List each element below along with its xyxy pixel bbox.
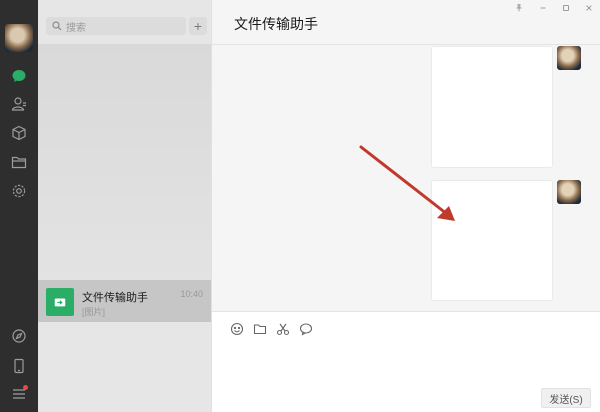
list-item[interactable]: 文件传输助手 10:40 [图片] xyxy=(38,280,211,322)
emoji-icon[interactable] xyxy=(229,321,245,337)
settings-gear-icon[interactable] xyxy=(9,181,29,201)
phone-icon[interactable] xyxy=(9,356,29,376)
minimize-icon[interactable] xyxy=(536,4,550,14)
search-placeholder: 搜索 xyxy=(66,22,86,34)
user-avatar[interactable] xyxy=(5,24,33,52)
send-button[interactable]: 发送(S) xyxy=(541,388,591,408)
pin-icon[interactable] xyxy=(512,4,526,14)
contacts-icon[interactable] xyxy=(9,94,29,114)
conversation-preview: [图片] xyxy=(82,307,106,317)
maximize-icon[interactable] xyxy=(559,4,573,14)
add-button[interactable]: + xyxy=(189,17,207,35)
header-divider xyxy=(212,44,600,45)
folder-icon[interactable] xyxy=(252,321,268,337)
message-composer[interactable]: 发送(S) xyxy=(212,311,600,412)
conversation-name: 文件传输助手 xyxy=(82,292,148,304)
bubble-icon[interactable] xyxy=(298,321,314,337)
sender-avatar[interactable] xyxy=(557,180,581,204)
conversation-time: 10:40 xyxy=(180,289,203,299)
page-title: 文件传输助手 xyxy=(234,16,318,32)
conversation-list xyxy=(38,44,211,280)
notification-dot xyxy=(23,385,28,390)
conversation-list-panel: 搜索 + 文件传输助手 10:40 [图片] xyxy=(38,0,211,412)
search-icon xyxy=(52,21,62,31)
chat-icon[interactable] xyxy=(9,66,29,86)
annotation-arrow xyxy=(359,145,455,221)
close-icon[interactable] xyxy=(582,4,596,14)
sender-avatar[interactable] xyxy=(557,46,581,70)
compass-icon[interactable] xyxy=(9,326,29,346)
scissors-icon[interactable] xyxy=(275,321,291,337)
search-input[interactable]: 搜索 xyxy=(46,17,186,35)
nav-sidebar xyxy=(0,0,38,412)
file-transfer-icon xyxy=(46,288,74,316)
folder-icon[interactable] xyxy=(9,152,29,172)
favorites-box-icon[interactable] xyxy=(9,123,29,143)
chat-window: 文件传输助手 发送(S) xyxy=(211,0,600,412)
